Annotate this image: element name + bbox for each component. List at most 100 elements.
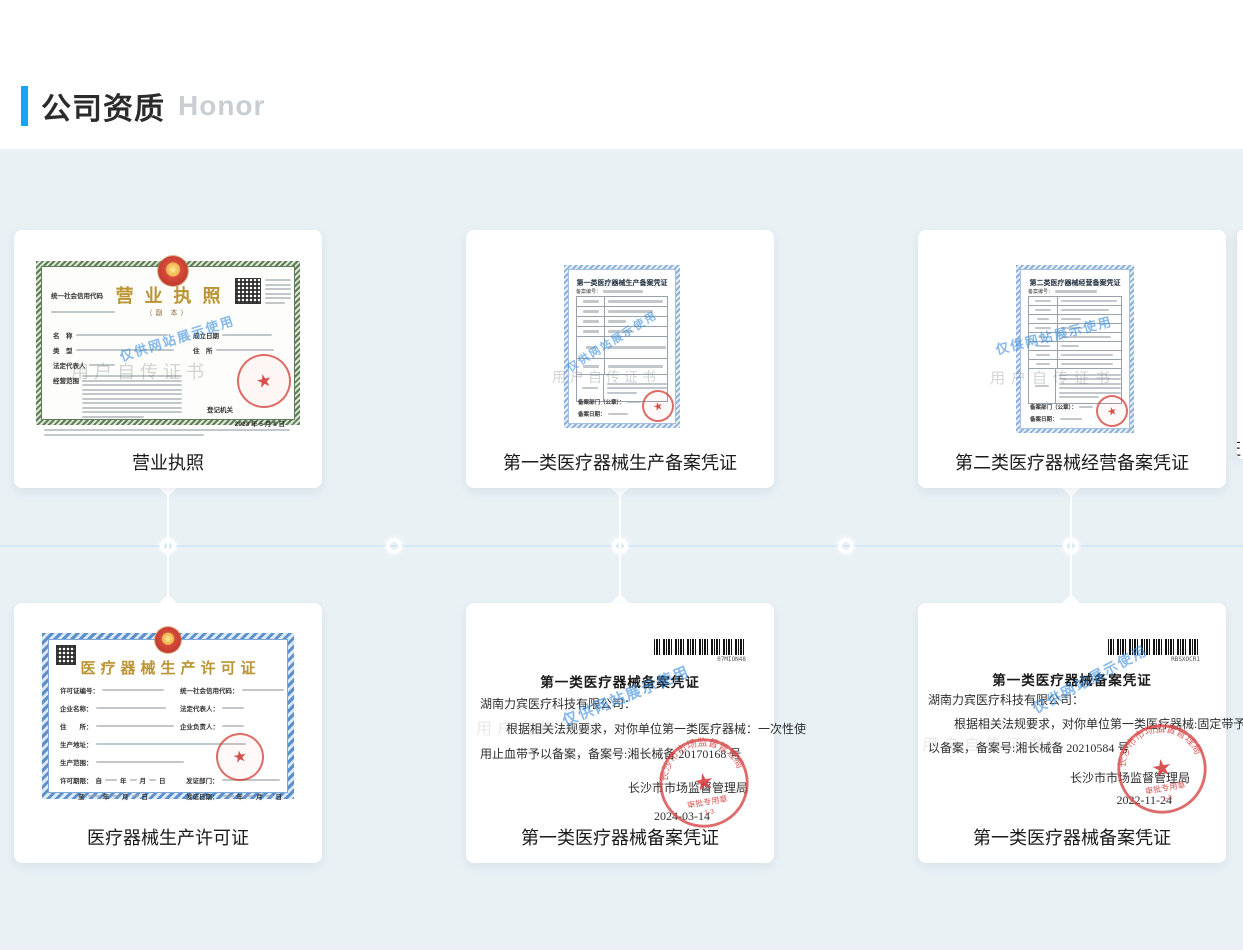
redacted-line — [44, 434, 204, 436]
bottom-section-edge — [0, 944, 1243, 950]
redacted-line — [222, 707, 244, 710]
emblem-star-icon: ★ — [164, 635, 171, 644]
field-label: 月 — [122, 791, 129, 801]
card-business-license[interactable]: ★ 统一社会信用代码 营业执照 （副 本） 名 称 类 型 法定代表人 — [14, 230, 322, 488]
card-partial-next[interactable]: 证 — [1237, 230, 1243, 459]
card-caption: 第一类医疗器械生产备案凭证 — [466, 449, 774, 475]
dept-label: 备案部门（公章）： — [1030, 403, 1077, 411]
permit-field-row: 企业负责人： — [180, 721, 244, 731]
redacted-line — [216, 349, 274, 352]
timeline-dot — [160, 538, 176, 554]
redacted-line — [608, 413, 628, 416]
table-row — [1029, 351, 1121, 360]
record-certificate-image: 第一类医疗器械生产备案凭证 备案编号： 备案部门（公章）： 备案日期： ★ — [564, 265, 680, 428]
field-label: 日 — [276, 791, 283, 801]
redacted-line — [82, 393, 182, 395]
redacted-line — [96, 725, 174, 728]
table-value-cell — [1058, 351, 1121, 359]
redacted-line — [82, 389, 182, 391]
connector-arrow-up — [611, 594, 629, 603]
permit-field-row: 生产范围： — [60, 757, 184, 767]
business-license-image: ★ 统一社会信用代码 营业执照 （副 本） 名 称 类 型 法定代表人 — [36, 261, 300, 425]
seal-star-icon: ★ — [652, 398, 665, 413]
redacted-line — [1055, 290, 1097, 293]
record-dept-row: 备案部门（公章）： — [578, 398, 641, 406]
issue-date: 2023 年 5 月 8 日 — [235, 418, 285, 428]
record-date-row: 备案日期： — [578, 410, 641, 418]
permit-certificate-image: ★ 医疗器械生产许可证 许可证编号： 统一社会信用代码： 企业名称： 法定代表人… — [42, 633, 294, 799]
redacted-line — [1061, 363, 1113, 366]
redacted-line — [1037, 318, 1049, 321]
redacted-line — [1035, 309, 1051, 312]
timeline-dot — [612, 538, 628, 554]
redacted-line — [112, 795, 119, 798]
field-label: 日 — [142, 791, 149, 801]
field-label: 企业名称： — [60, 703, 93, 713]
card-caption: 第二类医疗器械经营备案凭证 — [918, 449, 1226, 475]
table-label-cell — [577, 307, 605, 316]
record-date-row: 备案日期： — [1030, 415, 1093, 423]
gray-watermark: 用户自传证书 — [922, 731, 1048, 755]
record-no-row: 备案编号： — [576, 288, 643, 295]
card-production-permit[interactable]: ★ 医疗器械生产许可证 许可证编号： 统一社会信用代码： 企业名称： 法定代表人… — [14, 603, 322, 863]
redacted-line — [1036, 363, 1050, 366]
redacted-line — [265, 288, 291, 290]
section-subtitle: Honor — [178, 90, 265, 122]
seal-star-icon: ★ — [1106, 403, 1119, 418]
partial-caption-fragment: 证 — [1237, 435, 1241, 459]
seal-inner-text: 审批专用章 — [1144, 779, 1186, 796]
card-class1-record-2022[interactable]: RBSXOCR1 第一类医疗器械备案凭证 湖南力宾医疗科技有限公司： 根据相关法… — [918, 603, 1226, 863]
redacted-line — [1060, 418, 1082, 421]
side-fine-print — [265, 279, 291, 304]
section-title: 公司资质 — [41, 84, 165, 128]
connector-arrow-down — [1062, 488, 1080, 497]
redacted-line — [583, 300, 599, 303]
record-no-row: 备案编号： — [1028, 288, 1097, 295]
barcode — [654, 639, 746, 655]
table-value-cell — [1058, 342, 1121, 350]
field-label: 月 — [256, 791, 263, 801]
card-class1-production-record[interactable]: 第一类医疗器械生产备案凭证 备案编号： 备案部门（公章）： 备案日期： ★ — [466, 230, 774, 488]
field-label: 自 — [96, 775, 103, 785]
card-class1-record-2024[interactable]: 07MION48 第一类医疗器械备案凭证 湖南力宾医疗科技有限公司： 根据相关法… — [466, 603, 774, 863]
field-label: 住 所： — [60, 721, 93, 731]
redacted-line — [608, 300, 663, 303]
card-class2-operation-record[interactable]: 第二类医疗器械经营备案凭证 备案编号： 备案部门（公章）： 备案日期： — [918, 230, 1226, 488]
table-row — [577, 297, 667, 307]
national-emblem-icon: ★ — [155, 627, 181, 653]
record-footer: 备案部门（公章）： 备案日期： — [1030, 403, 1093, 423]
table-label-cell — [577, 327, 605, 336]
field-label: 许可证编号： — [60, 685, 99, 695]
redacted-line — [96, 761, 184, 764]
redacted-line — [1061, 300, 1117, 303]
field-label: 日 — [159, 775, 166, 785]
record-footer: 备案部门（公章）： 备案日期： — [578, 398, 641, 418]
seal-star-icon: ★ — [691, 767, 716, 796]
record-no-label: 备案编号： — [576, 288, 601, 295]
field-label: 许可期限： — [60, 775, 93, 785]
permit-field-row: 企业名称： — [60, 703, 166, 713]
connector-arrow-up — [159, 594, 177, 603]
card-caption: 第一类医疗器械备案凭证 — [918, 824, 1226, 850]
redacted-line — [242, 689, 284, 692]
field-label: 名 称 — [53, 330, 73, 340]
redacted-line — [1061, 309, 1109, 312]
connector-arrow-down — [611, 488, 629, 497]
table-label-cell — [577, 317, 605, 326]
redacted-line — [265, 293, 291, 295]
field-label: 住 所 — [193, 345, 213, 355]
redacted-line — [82, 398, 182, 400]
table-row — [1029, 297, 1121, 306]
field-label: 至 — [78, 791, 85, 801]
redacted-line — [583, 330, 599, 333]
redacted-line — [44, 429, 290, 431]
redacted-line — [607, 392, 637, 394]
redacted-line — [82, 407, 182, 409]
table-label-cell — [1029, 297, 1058, 305]
redacted-line — [608, 320, 626, 323]
approval-seal-icon: 长沙市市场监督管理局 ★ 审批专用章 1-3 — [648, 727, 759, 838]
record-certificate-image: 第二类医疗器械经营备案凭证 备案编号： 备案部门（公章）： 备案日期： — [1016, 265, 1134, 433]
dept-label: 备案部门（公章）： — [578, 398, 625, 406]
title-accent-bar — [21, 86, 28, 126]
table-label-cell — [577, 297, 605, 306]
